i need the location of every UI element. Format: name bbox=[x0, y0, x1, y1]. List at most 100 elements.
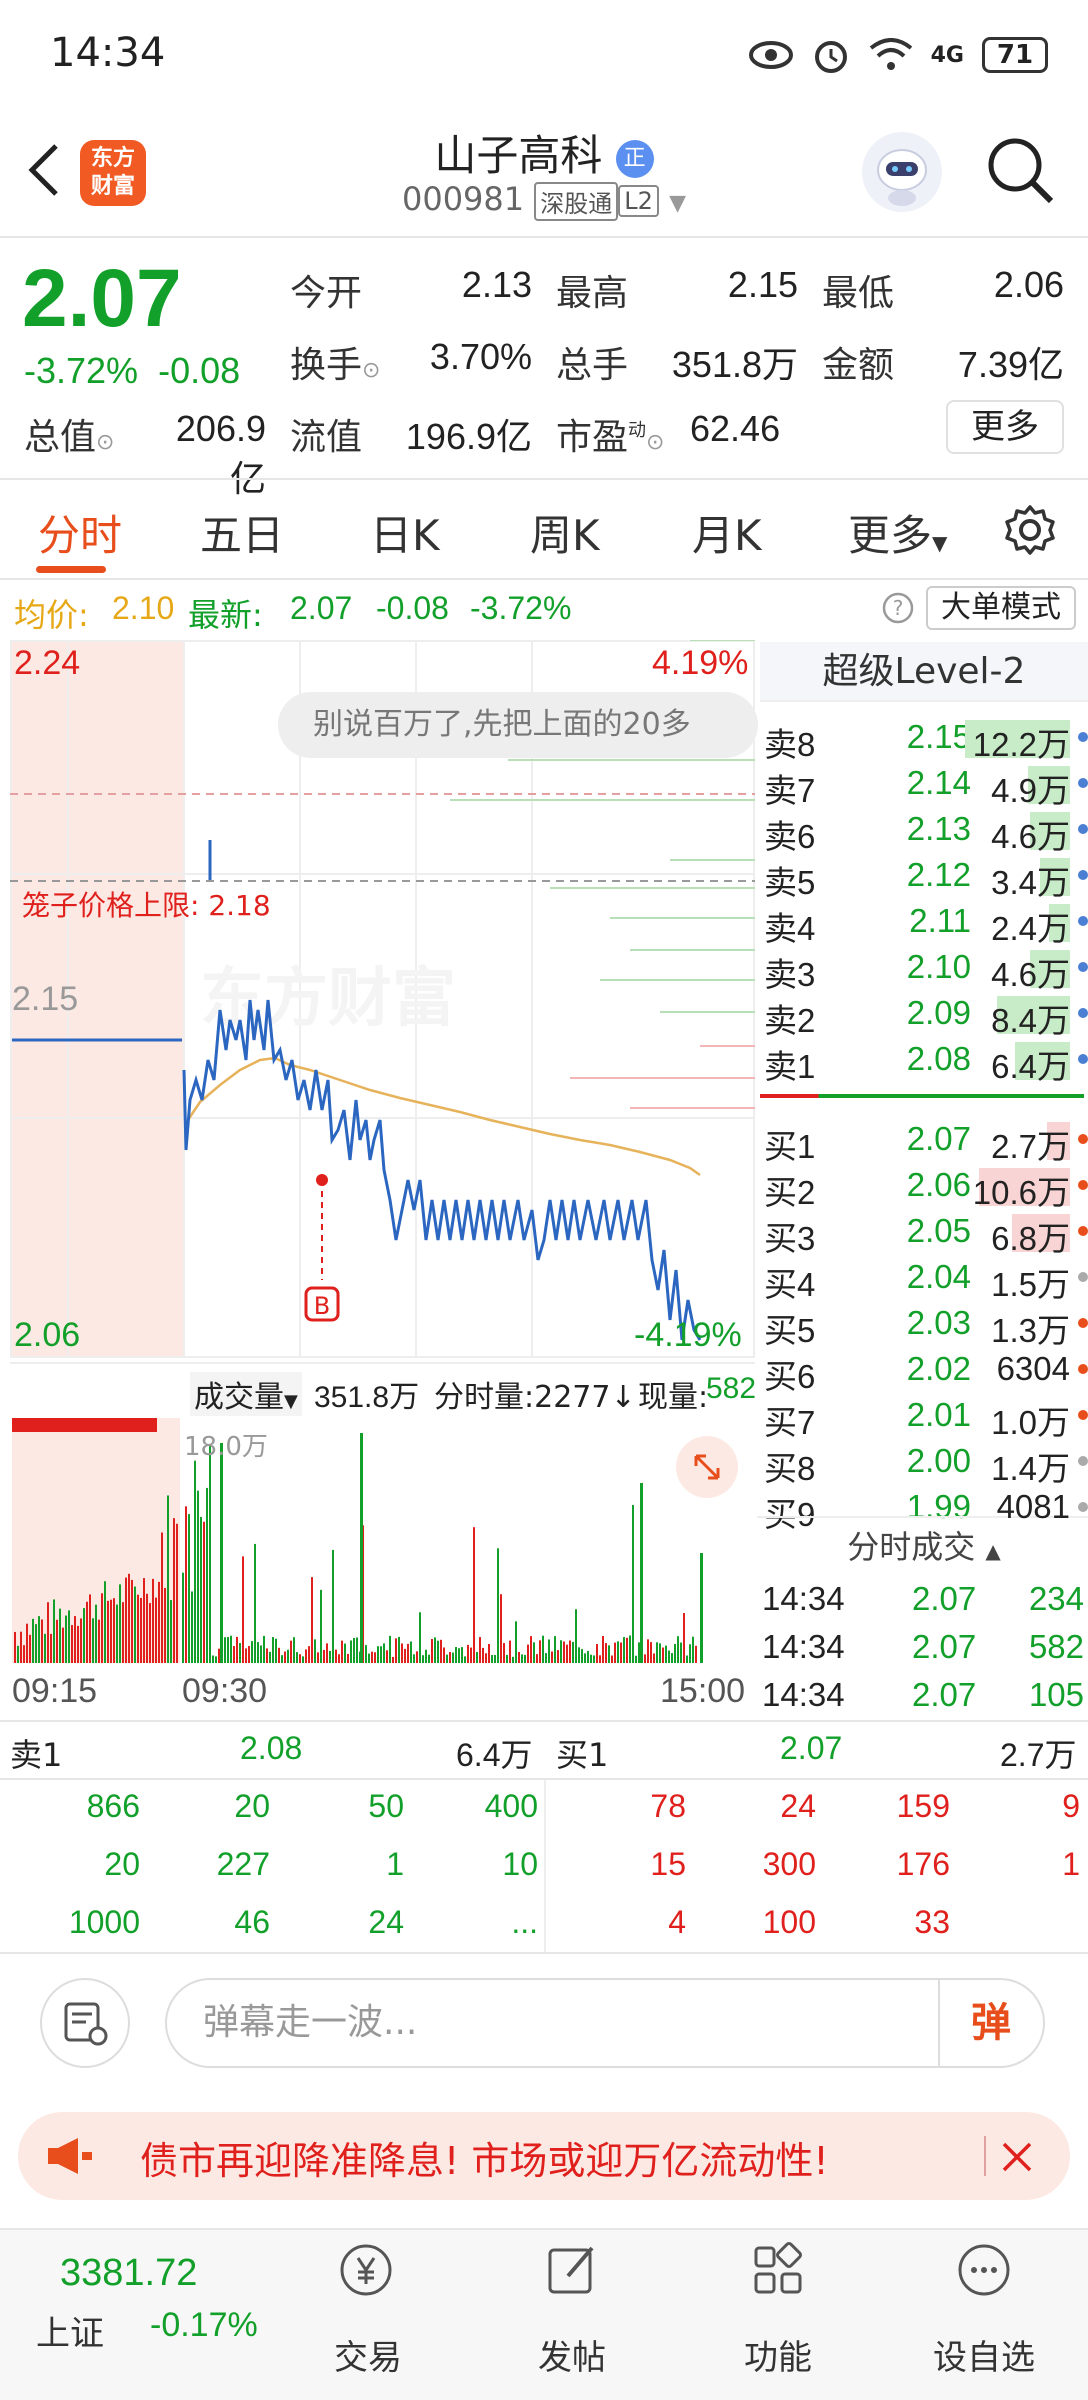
volume-bar bbox=[335, 1649, 337, 1663]
ask-level-row[interactable]: 卖7 2.14 4.9万 bbox=[760, 760, 1088, 809]
volume-bar bbox=[155, 1597, 157, 1663]
volume-bar bbox=[470, 1647, 472, 1663]
bid-level-row[interactable]: 买3 2.05 6.8万 bbox=[760, 1208, 1088, 1257]
ask-level-row[interactable]: 卖4 2.11 2.4万 bbox=[760, 898, 1088, 947]
comment-list-icon[interactable] bbox=[40, 1978, 130, 2068]
volume-bar bbox=[110, 1599, 112, 1663]
amount-label: 金额 bbox=[822, 345, 895, 386]
trade-yen-icon[interactable] bbox=[336, 2240, 396, 2300]
nav-add-watchlist[interactable]: 设自选 bbox=[914, 2330, 1054, 2379]
close-icon[interactable] bbox=[1000, 2140, 1034, 2174]
nav-trade[interactable]: 交易 bbox=[298, 2330, 438, 2379]
volume-bar bbox=[119, 1584, 121, 1663]
more-button[interactable]: 更多 bbox=[946, 400, 1064, 454]
bid-level-row[interactable]: 买5 2.03 1.3万 bbox=[760, 1300, 1088, 1349]
tab-daily-k[interactable]: 日K bbox=[370, 502, 440, 563]
more-dots-icon[interactable] bbox=[954, 2240, 1014, 2300]
level2-title[interactable]: 超级Level-2 bbox=[760, 642, 1088, 702]
volume-bar bbox=[176, 1523, 178, 1663]
caret-up-icon: ▲ bbox=[985, 1539, 1001, 1563]
bid-level-row[interactable]: 买1 2.07 2.7万 bbox=[760, 1116, 1088, 1165]
divider bbox=[0, 236, 1088, 238]
avg-label: 均价: bbox=[14, 596, 89, 634]
queue-bid-cell: 78 bbox=[650, 1788, 686, 1824]
tab-intraday[interactable]: 分时 bbox=[38, 502, 122, 563]
danmaku-input[interactable]: 弹幕走一波... bbox=[165, 1978, 1045, 2068]
ask-level-row[interactable]: 卖6 2.13 4.6万 bbox=[760, 806, 1088, 855]
bid-level-row[interactable]: 买8 2.00 1.4万 bbox=[760, 1438, 1088, 1487]
latest-change: -0.08 bbox=[376, 590, 449, 626]
ask-level-row[interactable]: 卖1 2.08 6.4万 bbox=[760, 1036, 1088, 1085]
volume-bar bbox=[500, 1594, 502, 1663]
ask-level-row[interactable]: 卖5 2.12 3.4万 bbox=[760, 852, 1088, 901]
volume-bar bbox=[551, 1651, 553, 1663]
queue-divider bbox=[544, 1780, 546, 1952]
volume-bar bbox=[518, 1652, 520, 1663]
bid-level-row[interactable]: 买2 2.06 10.6万 bbox=[760, 1162, 1088, 1211]
volume-bar bbox=[137, 1594, 139, 1663]
volume-bar bbox=[383, 1643, 385, 1663]
queue-bid-cell: 33 bbox=[914, 1904, 950, 1940]
volume-bar bbox=[692, 1636, 694, 1663]
ask-level-row[interactable]: 卖2 2.09 8.4万 bbox=[760, 990, 1088, 1039]
volume-bar bbox=[299, 1654, 301, 1663]
ask-level-dot bbox=[1078, 870, 1088, 880]
bid-level-row[interactable]: 买4 2.04 1.5万 bbox=[760, 1254, 1088, 1303]
ask-level-row[interactable]: 卖3 2.10 4.6万 bbox=[760, 944, 1088, 993]
functions-grid-icon[interactable] bbox=[748, 2240, 808, 2300]
notice-text: 债市再迎降准降息! 市场或迎万亿流动性! bbox=[140, 2139, 829, 2183]
volume-bar bbox=[71, 1625, 73, 1663]
ask-level-row[interactable]: 卖8 2.15 12.2万 bbox=[760, 714, 1088, 763]
post-edit-icon[interactable] bbox=[542, 2240, 602, 2300]
tab-monthly-k[interactable]: 月K bbox=[692, 502, 762, 563]
volume-bar bbox=[149, 1603, 151, 1663]
volume-bar bbox=[401, 1643, 403, 1663]
bid-level-row[interactable]: 买6 2.02 6304 bbox=[760, 1346, 1088, 1395]
bid-level-row[interactable]: 买7 2.01 1.0万 bbox=[760, 1392, 1088, 1441]
order-depth-lines-bid bbox=[570, 1045, 755, 1109]
volume-bar bbox=[407, 1643, 409, 1663]
volume-bar bbox=[659, 1643, 661, 1663]
nav-functions[interactable]: 功能 bbox=[708, 2330, 848, 2379]
big-order-mode-button[interactable]: 大单模式 bbox=[926, 586, 1076, 630]
trade-price: 2.07 bbox=[912, 1580, 977, 1617]
volume-chart-svg bbox=[12, 1418, 703, 1663]
volume-bar bbox=[614, 1642, 616, 1663]
volume-bar bbox=[665, 1645, 667, 1663]
now-volume-label: 现量: bbox=[638, 1380, 709, 1415]
queue-ask-volume: 6.4万 bbox=[456, 1737, 533, 1773]
search-icon[interactable] bbox=[985, 135, 1055, 205]
index-percent[interactable]: -0.17% bbox=[150, 2306, 258, 2345]
volume-bar bbox=[320, 1589, 322, 1663]
trades-header[interactable]: 分时成交 ▲ bbox=[760, 1522, 1088, 1568]
change-value: -0.08 bbox=[158, 350, 241, 391]
assistant-robot-icon[interactable] bbox=[862, 132, 942, 212]
expand-icon[interactable] bbox=[676, 1436, 738, 1498]
volume-bar bbox=[74, 1616, 76, 1663]
tab-weekly-k[interactable]: 周K bbox=[530, 502, 600, 563]
tab-more[interactable]: 更多▼ bbox=[848, 502, 947, 563]
trades-title: 分时成交 bbox=[847, 1528, 976, 1566]
market-tag: 深股通 bbox=[534, 181, 619, 221]
status-icons: 4G 71 bbox=[748, 30, 1048, 80]
volume-bar bbox=[290, 1640, 292, 1663]
nav-post[interactable]: 发帖 bbox=[502, 2330, 642, 2379]
tab-five-day[interactable]: 五日 bbox=[200, 502, 284, 563]
megaphone-icon bbox=[48, 2138, 92, 2174]
turnover-label-text: 换手 bbox=[290, 345, 363, 386]
eye-icon bbox=[748, 41, 793, 69]
trade-price: 2.07 bbox=[912, 1676, 977, 1713]
queue-ask-cell: 50 bbox=[368, 1788, 404, 1824]
danmaku-send-button[interactable]: 弹 bbox=[938, 1980, 1042, 2066]
danmaku-banner[interactable]: 别说百万了,先把上面的20多 bbox=[278, 692, 758, 758]
settings-gear-icon[interactable] bbox=[1004, 504, 1056, 556]
volume-bar bbox=[545, 1653, 547, 1663]
volume-selector[interactable]: 成交量▼ bbox=[190, 1372, 302, 1416]
help-icon[interactable]: ? bbox=[882, 592, 914, 624]
volume-bar bbox=[98, 1619, 100, 1663]
index-name[interactable]: 上证 bbox=[36, 2306, 104, 2355]
queue-bid-cell: 300 bbox=[762, 1846, 816, 1882]
ask-level-volume: 2.4万 bbox=[991, 910, 1070, 947]
index-value[interactable]: 3381.72 bbox=[60, 2252, 197, 2295]
queue-bid-label: 买1 bbox=[556, 1736, 609, 1774]
